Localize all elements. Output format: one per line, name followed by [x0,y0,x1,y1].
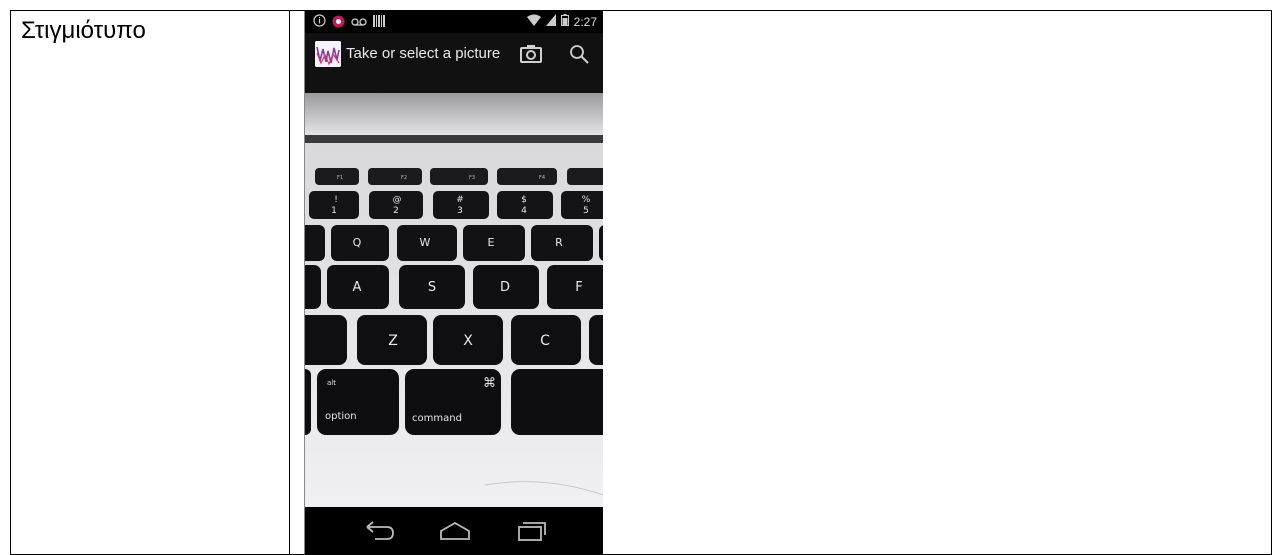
camera-icon[interactable] [519,42,543,66]
recents-icon[interactable] [511,517,551,545]
key-s-label: S [428,280,436,295]
key-command-symbol: ⌘ [483,376,496,391]
signal-icon [545,14,556,29]
key-f-label: F [575,280,582,295]
key-4-bottom: 4 [521,206,527,216]
phone-screenshot: 2:27 Take or select a picture F1 F2 F3 F… [304,11,603,554]
search-icon[interactable] [567,42,591,66]
key-5-top: % [582,195,591,205]
key-3-top: # [456,195,464,205]
key-x-label: X [463,333,473,349]
document-table: Στιγμιότυπο 2:27 Take or select a pictur… [10,10,1272,555]
action-bar: Take or select a picture [305,33,603,75]
key-f4-label: F4 [539,175,545,181]
keyboard-photo: F1 F2 F3 F4 ! 1 @ 2 # 3 $ 4 % 5 Q W E R … [305,75,603,507]
key-2-bottom: 2 [393,206,399,216]
barcode-icon [373,15,385,30]
column-divider [289,11,290,554]
camera-preview[interactable]: F1 F2 F3 F4 ! 1 @ 2 # 3 $ 4 % 5 Q W E R … [305,75,603,507]
key-z-label: Z [388,333,398,349]
row-label: Στιγμιότυπο [21,17,146,44]
info-icon [313,14,326,31]
wifi-icon [526,14,541,29]
key-a-label: A [353,280,362,295]
key-option-label: option [325,411,357,422]
voicemail-icon [351,16,367,30]
screen-title: Take or select a picture [346,45,501,62]
status-time: 2:27 [573,14,597,29]
home-icon[interactable] [435,517,475,545]
key-r-label: R [555,236,563,249]
key-command-label: command [412,413,462,424]
back-icon[interactable] [359,517,399,545]
status-bar: 2:27 [305,11,603,33]
key-1-top: ! [334,195,338,205]
key-q-label: Q [353,236,362,249]
battery-icon [560,14,569,29]
key-w-label: W [420,236,431,249]
key-f2-label: F2 [401,175,407,181]
notification-app-icon [332,15,345,31]
key-option-alt: alt [327,379,336,387]
key-3-bottom: 3 [457,206,463,216]
key-2-top: @ [393,195,402,205]
key-c-label: C [540,333,550,349]
key-5-bottom: 5 [583,206,589,216]
navigation-bar [305,507,603,554]
key-f3-label: F3 [469,175,475,181]
key-1-bottom: 1 [331,206,337,216]
key-4-top: $ [521,195,527,205]
key-e-label: E [488,236,495,249]
app-logo-icon[interactable] [315,41,341,67]
key-f1-label: F1 [337,175,343,181]
key-d-label: D [500,280,510,295]
